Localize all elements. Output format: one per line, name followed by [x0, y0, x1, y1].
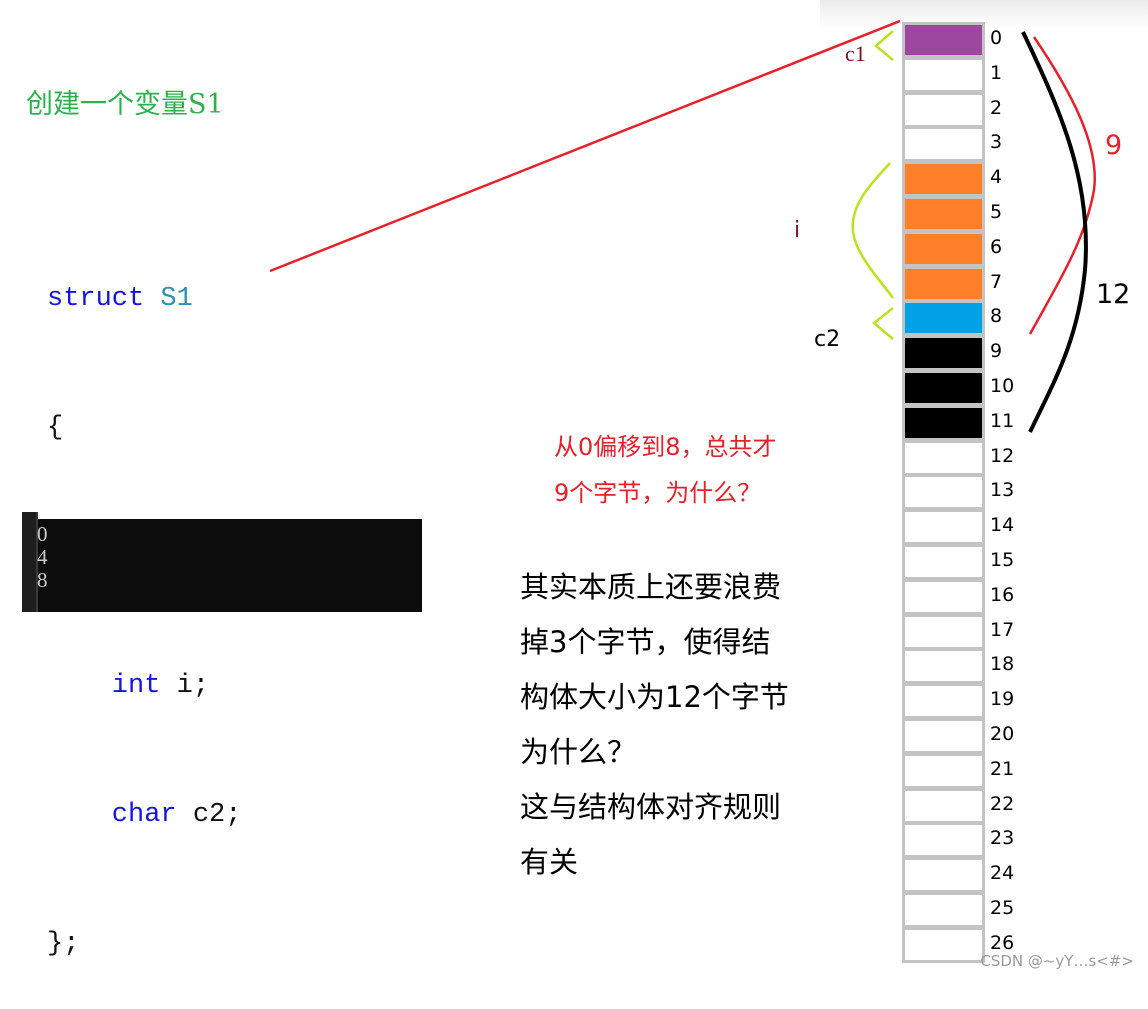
brace-i [851, 162, 895, 299]
span-9-curve [1028, 36, 1096, 335]
brace-c1 [874, 30, 894, 61]
annotation-strokes [269, 19, 1096, 433]
brace-c2 [872, 307, 894, 340]
watermark: CSDN @~yY…s<#> [980, 952, 1134, 970]
pointer-line [269, 19, 901, 273]
span-12-curve [1021, 31, 1088, 433]
